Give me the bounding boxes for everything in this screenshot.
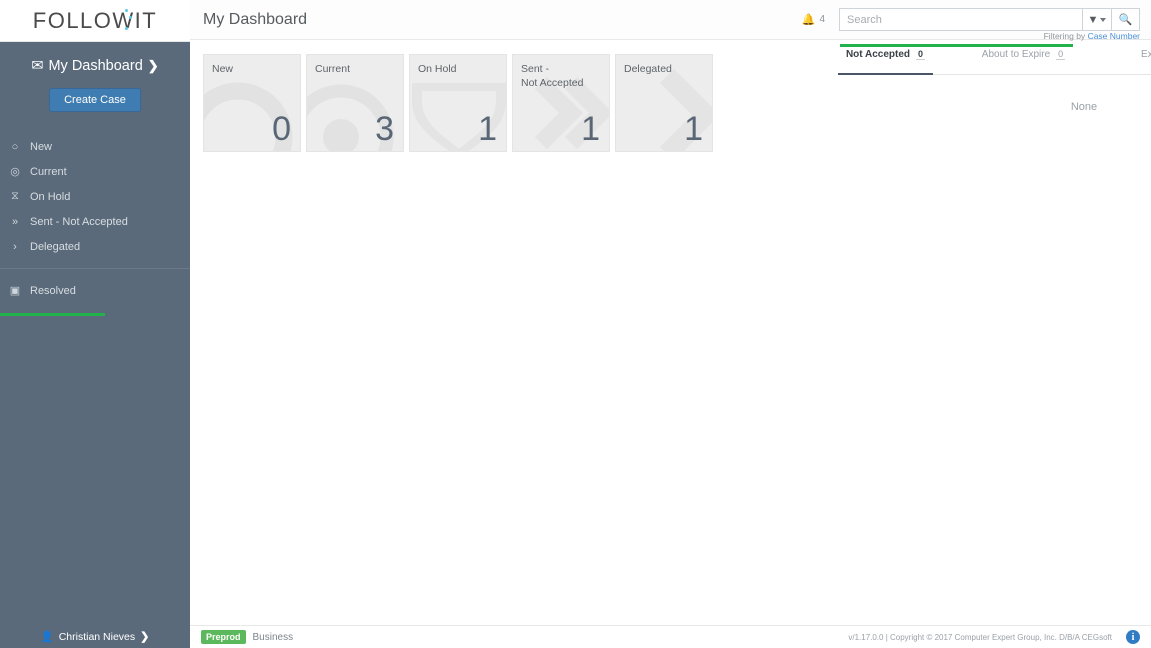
footer: Preprod Business v/1.17.0.0 | Copyright …	[190, 625, 1151, 648]
user-name-label: Christian Nieves	[58, 630, 136, 643]
logo-area: FOLLOWIT	[0, 0, 190, 42]
card-value: 1	[581, 110, 600, 148]
app-root: FOLLOWIT ✉ My Dashboard ❯ Create Case ○ …	[0, 0, 1151, 648]
filtering-note: Filtering by Case Number	[1044, 31, 1140, 41]
sidebar-item-delegated[interactable]: › Delegated	[0, 234, 190, 259]
sidebar-item-label: New	[30, 140, 53, 153]
card-label: New	[212, 63, 234, 75]
hourglass-icon: ⧖	[11, 190, 19, 202]
create-case-button[interactable]: Create Case	[49, 88, 141, 112]
chevron-right-icon: ❯	[147, 58, 159, 73]
bell-icon: 🔔	[801, 14, 816, 26]
search-group: ▼ 🔍	[839, 8, 1140, 31]
magnifier-icon: 🔍	[1118, 14, 1133, 26]
notifications-button[interactable]: 🔔 4	[802, 13, 825, 26]
create-case-wrap: Create Case	[0, 88, 190, 112]
user-menu[interactable]: 👤 Christian Nieves ❯	[0, 625, 190, 648]
sidebar-item-current[interactable]: ◎ Current	[0, 159, 190, 184]
tab-expired[interactable]: Expired 0	[1118, 47, 1151, 74]
card-delegated[interactable]: Delegated 1	[615, 54, 713, 152]
sidebar-item-label: Sent - Not Accepted	[30, 215, 128, 228]
page-title: My Dashboard	[203, 10, 308, 28]
search-filter-button[interactable]: ▼	[1082, 8, 1111, 31]
environment-badge: Preprod	[201, 630, 246, 644]
chevron-right-icon: ❯	[140, 631, 150, 643]
copyright-text: v/1.17.0.0 | Copyright © 2017 Computer E…	[848, 632, 1112, 642]
logo-dot-icon	[124, 26, 128, 30]
card-label: Delegated	[624, 63, 672, 75]
chevron-down-icon	[1100, 17, 1107, 22]
card-value: 1	[684, 110, 703, 148]
sidebar-item-label: On Hold	[30, 190, 71, 203]
sidebar-item-sent-not-accepted[interactable]: » Sent - Not Accepted	[0, 209, 190, 234]
sidebar-item-new[interactable]: ○ New	[0, 134, 190, 159]
card-label-line2: Not Accepted	[521, 77, 584, 89]
right-panel: Not Accepted 0 About to Expire 0 Expired…	[838, 47, 1151, 113]
card-sent-not-accepted[interactable]: Sent - Not Accepted 1	[512, 54, 610, 152]
search-input[interactable]	[839, 8, 1082, 31]
panel-tabs: Not Accepted 0 About to Expire 0 Expired…	[838, 47, 1151, 75]
card-value: 3	[375, 110, 394, 148]
sidebar-divider	[0, 268, 190, 269]
logo-dot-icon	[124, 8, 128, 12]
sidebar-item-label: Resolved	[30, 284, 76, 297]
double-chevron-right-icon: »	[11, 215, 19, 228]
search-submit-button[interactable]: 🔍	[1111, 8, 1140, 31]
tab-count: 0	[1056, 49, 1066, 60]
sidebar: FOLLOWIT ✉ My Dashboard ❯ Create Case ○ …	[0, 0, 190, 648]
card-on-hold[interactable]: On Hold 1	[409, 54, 507, 152]
brand-logo: FOLLOWIT	[33, 8, 157, 34]
brand-logo-text: FOLLOWIT	[32, 7, 158, 33]
inbox-icon: ✉	[31, 58, 44, 74]
top-bar: My Dashboard 🔔 4 ▼ 🔍	[190, 0, 1151, 40]
filtering-prefix-label: Filtering by	[1043, 31, 1086, 41]
sidebar-dashboard-header[interactable]: ✉ My Dashboard ❯	[0, 58, 190, 74]
card-value: 0	[272, 110, 291, 148]
card-new[interactable]: New 0	[203, 54, 301, 152]
card-value: 1	[478, 110, 497, 148]
tab-not-accepted[interactable]: Not Accepted 0	[838, 47, 933, 75]
main-content: My Dashboard 🔔 4 ▼ 🔍	[190, 0, 1151, 648]
panel-empty-message: None	[1070, 101, 1098, 113]
chevron-right-icon: ›	[13, 240, 17, 253]
environment-name: Business	[252, 631, 294, 643]
tab-label: Expired	[1141, 49, 1151, 60]
user-icon: 👤	[40, 631, 54, 643]
tab-label: About to Expire	[981, 49, 1051, 60]
top-bar-right: 🔔 4 ▼ 🔍	[802, 8, 1151, 31]
circle-dot-icon: ◎	[10, 166, 20, 178]
circle-outline-icon: ○	[11, 140, 19, 153]
info-icon[interactable]: i	[1126, 630, 1140, 644]
sidebar-item-resolved[interactable]: ▣ Resolved	[0, 278, 190, 303]
sidebar-item-label: Delegated	[30, 240, 81, 253]
card-label: Current	[315, 63, 351, 75]
sidebar-item-label: Current	[30, 165, 67, 178]
sidebar-item-on-hold[interactable]: ⧖ On Hold	[0, 184, 190, 209]
filtering-field-link[interactable]: Case Number	[1088, 31, 1140, 41]
funnel-icon: ▼	[1087, 13, 1099, 26]
card-label: On Hold	[418, 63, 457, 75]
tab-label: Not Accepted	[845, 49, 911, 60]
card-label: Sent - Not Accepted	[521, 62, 603, 90]
card-current[interactable]: Current 3	[306, 54, 404, 152]
sidebar-accent-bar	[0, 313, 105, 316]
notification-count: 4	[819, 14, 825, 25]
logo-dot-icon	[128, 15, 132, 19]
tab-about-to-expire[interactable]: About to Expire 0	[976, 47, 1071, 74]
archive-box-icon: ▣	[9, 285, 21, 297]
sidebar-dashboard-label: My Dashboard	[48, 58, 143, 74]
card-label-line1: Sent -	[521, 63, 550, 75]
sidebar-nav: ○ New ◎ Current ⧖ On Hold » Sent - Not A…	[0, 134, 190, 316]
tab-count: 0	[916, 49, 926, 60]
